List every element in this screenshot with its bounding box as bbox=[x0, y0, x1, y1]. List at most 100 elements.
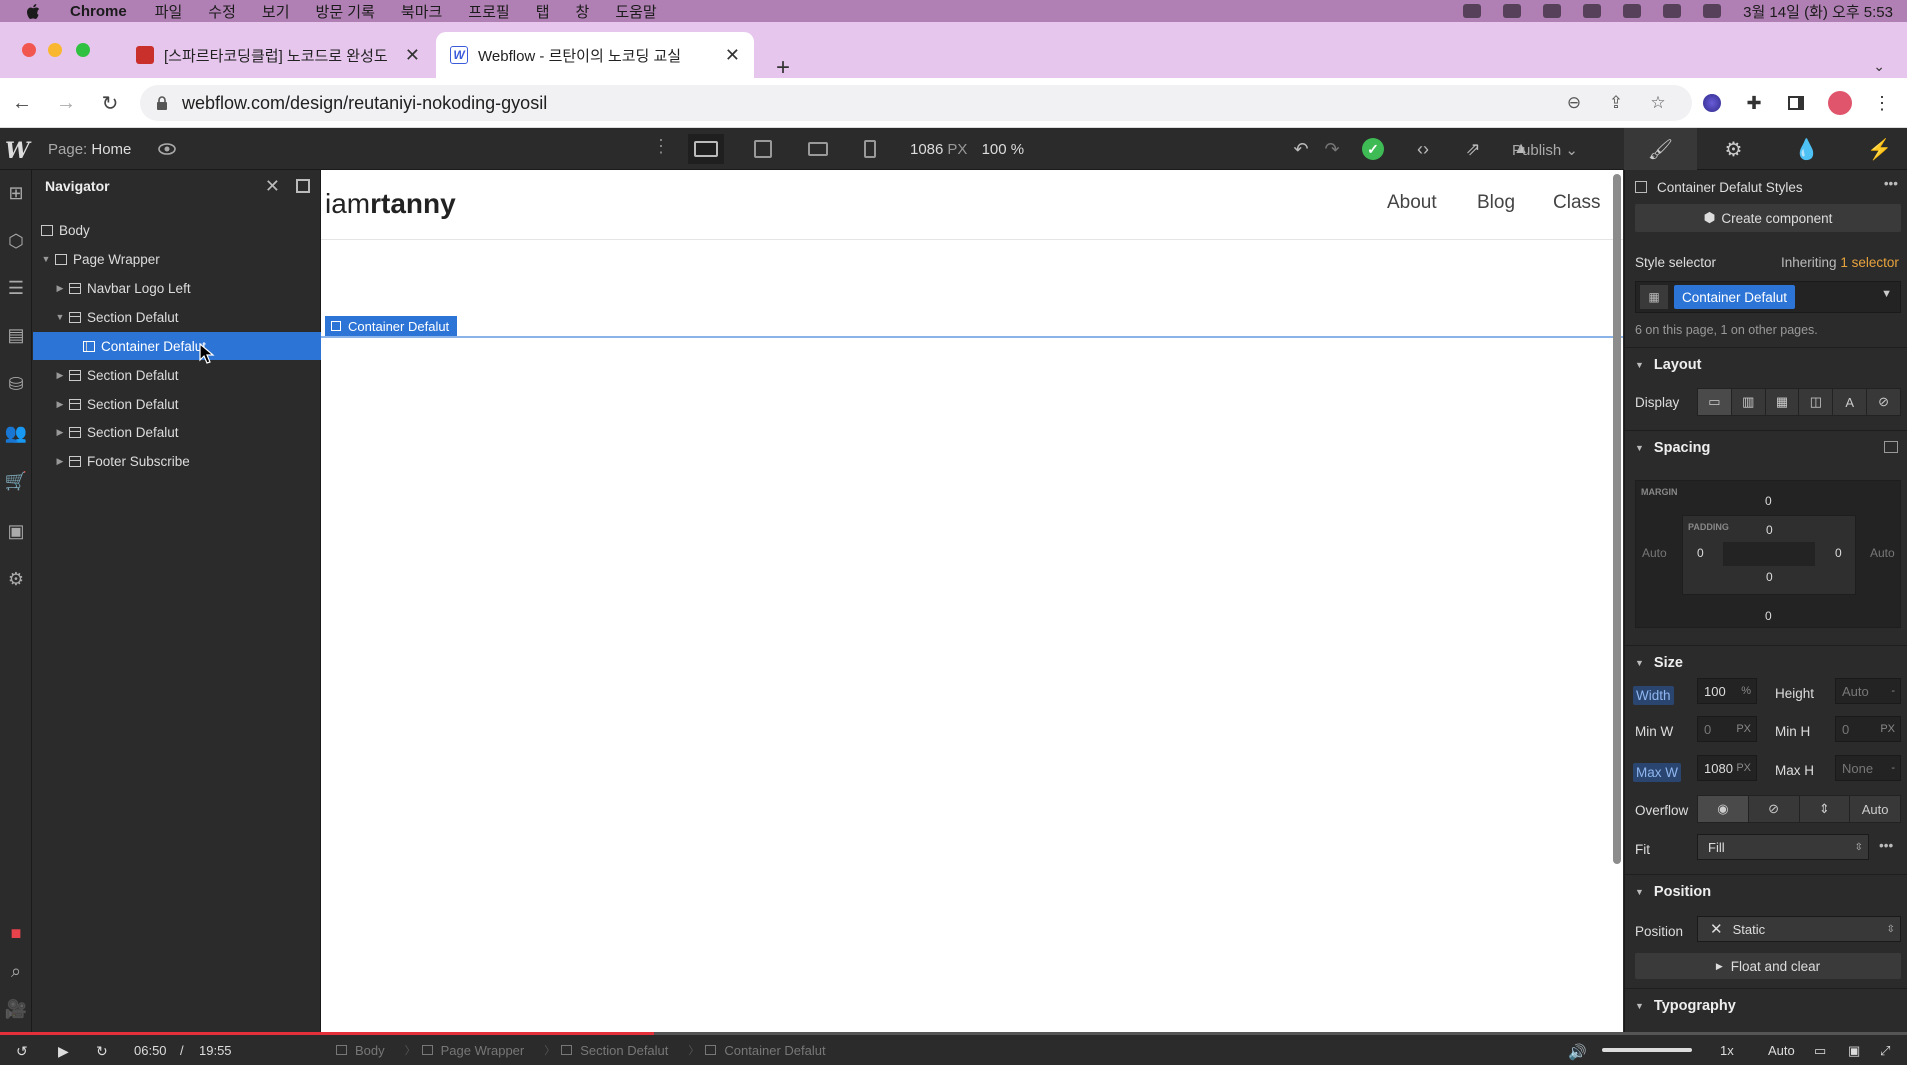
symbols-cube-icon[interactable]: ⬡ bbox=[5, 230, 27, 252]
margin-right-value[interactable]: Auto bbox=[1870, 546, 1895, 560]
caret-right-icon[interactable]: ▶ bbox=[55, 427, 65, 438]
menu-bookmarks[interactable]: 북마크 bbox=[401, 1, 442, 22]
selector-state-icon[interactable]: ▦ bbox=[1640, 285, 1668, 309]
browser-tab-sparta[interactable]: [스파르타코딩클럽] 노코드로 완성도 ✕ bbox=[122, 32, 434, 78]
caret-right-icon[interactable]: ▶ bbox=[55, 283, 65, 294]
max-width-input[interactable]: 1080 PX bbox=[1697, 755, 1757, 781]
add-elements-icon[interactable]: ⊞ bbox=[5, 182, 27, 204]
padding-left-value[interactable]: 0 bbox=[1697, 546, 1704, 560]
margin-bottom-value[interactable]: 0 bbox=[1765, 609, 1772, 623]
width-label[interactable]: Width bbox=[1633, 686, 1674, 705]
rewind-10-icon[interactable]: ↺ bbox=[16, 1043, 28, 1060]
overflow-hidden-icon[interactable]: ⊘ bbox=[1749, 796, 1800, 822]
zoom-out-icon[interactable]: ⊖ bbox=[1564, 93, 1584, 113]
fit-select[interactable]: Fill ⇳ bbox=[1697, 834, 1869, 860]
max-height-label[interactable]: Max H bbox=[1775, 763, 1814, 778]
interactions-bolt-icon[interactable]: ⚡ bbox=[1843, 128, 1907, 170]
menubar-app-name[interactable]: Chrome bbox=[70, 3, 127, 20]
ecommerce-cart-icon[interactable]: 🛒 bbox=[5, 470, 27, 492]
url-text[interactable]: webflow.com/design/reutaniyi-nokoding-gy… bbox=[182, 93, 547, 114]
menu-profiles[interactable]: 프로필 bbox=[468, 1, 509, 22]
overflow-auto-option[interactable]: Auto bbox=[1850, 796, 1900, 822]
padding-bottom-value[interactable]: 0 bbox=[1766, 570, 1773, 584]
display-block-icon[interactable]: ▭ bbox=[1698, 389, 1732, 415]
menu-file[interactable]: 파일 bbox=[155, 1, 183, 22]
margin-top-value[interactable]: 0 bbox=[1765, 494, 1772, 508]
tree-item-section[interactable]: ▶ Section Defalut bbox=[33, 418, 321, 446]
menu-window[interactable]: 창 bbox=[576, 1, 590, 22]
tree-item-navbar[interactable]: ▶ Navbar Logo Left bbox=[33, 274, 321, 302]
tree-item-body[interactable]: Body bbox=[33, 216, 321, 244]
more-options-icon[interactable]: ••• bbox=[1879, 838, 1893, 853]
share-link-icon[interactable]: ⇗ bbox=[1462, 138, 1484, 160]
typography-section-header[interactable]: ▼ Typography bbox=[1625, 988, 1907, 1022]
mobile-landscape-breakpoint-icon[interactable] bbox=[800, 134, 836, 164]
spacing-preset-icon[interactable] bbox=[1884, 441, 1898, 453]
design-canvas[interactable]: iamrtanny About Blog Class Container Def… bbox=[321, 170, 1623, 1033]
volume-slider[interactable] bbox=[1602, 1048, 1692, 1052]
redo-icon[interactable]: ↷ bbox=[1321, 138, 1343, 160]
pages-icon[interactable]: ▤ bbox=[5, 324, 27, 346]
tree-item-section[interactable]: ▶ Section Defalut bbox=[33, 361, 321, 389]
control-center-icon[interactable] bbox=[1663, 4, 1682, 18]
caret-right-icon[interactable]: ▶ bbox=[55, 399, 65, 410]
profile-avatar[interactable] bbox=[1828, 91, 1852, 115]
publish-button[interactable]: Publish ⌄ bbox=[1512, 141, 1578, 159]
padding-right-value[interactable]: 0 bbox=[1835, 546, 1842, 560]
float-and-clear-button[interactable]: ▶ Float and clear bbox=[1635, 953, 1901, 979]
fullscreen-icon[interactable]: ⤢ bbox=[1880, 1043, 1890, 1059]
site-nav-link-class[interactable]: Class bbox=[1553, 192, 1601, 214]
site-brand-logo[interactable]: iamrtanny bbox=[325, 188, 456, 220]
status-app-icon[interactable] bbox=[1463, 4, 1482, 18]
window-close-button[interactable] bbox=[22, 43, 36, 57]
tree-item-container-selected[interactable]: Container Defalut bbox=[33, 332, 321, 360]
site-settings-icon[interactable]: ⚙ bbox=[5, 568, 27, 590]
forward-10-icon[interactable]: ↻ bbox=[96, 1043, 108, 1060]
max-width-unit[interactable]: PX bbox=[1736, 762, 1751, 774]
close-icon[interactable]: ✕ bbox=[265, 176, 280, 197]
pin-panel-icon[interactable] bbox=[296, 179, 310, 193]
menubar-clock[interactable]: 3월 14일 (화) 오후 5:53 bbox=[1743, 1, 1893, 22]
display-inline-icon[interactable]: A bbox=[1833, 389, 1868, 415]
site-nav-link-blog[interactable]: Blog bbox=[1477, 192, 1515, 214]
min-height-input[interactable]: 0 PX bbox=[1835, 716, 1901, 742]
extensions-puzzle-icon[interactable]: ✚ bbox=[1742, 91, 1766, 115]
display-inline-block-icon[interactable]: ◫ bbox=[1799, 389, 1834, 415]
max-height-unit[interactable]: - bbox=[1891, 762, 1895, 774]
position-section-header[interactable]: ▼ Position bbox=[1625, 874, 1907, 908]
users-icon[interactable]: 👥 bbox=[5, 422, 27, 444]
settings-gear-icon[interactable]: ⚙ bbox=[1697, 128, 1770, 170]
forward-icon[interactable]: → bbox=[52, 89, 80, 117]
min-width-label[interactable]: Min W bbox=[1635, 724, 1673, 739]
page-selector[interactable]: Page: Home bbox=[48, 141, 131, 158]
display-grid-icon[interactable]: ▦ bbox=[1766, 389, 1800, 415]
siri-icon[interactable] bbox=[1703, 4, 1722, 18]
min-width-input[interactable]: 0 PX bbox=[1697, 716, 1757, 742]
code-export-icon[interactable]: ‹› bbox=[1412, 138, 1434, 160]
webflow-logo-icon[interactable]: W bbox=[5, 138, 31, 164]
menu-history[interactable]: 방문 기록 bbox=[316, 1, 375, 22]
captions-icon[interactable]: ▭ bbox=[1814, 1043, 1826, 1059]
site-navbar[interactable]: iamrtanny About Blog Class bbox=[321, 170, 1623, 240]
tablet-breakpoint-icon[interactable] bbox=[745, 134, 781, 164]
width-unit[interactable]: % bbox=[1741, 685, 1751, 697]
style-panel-brush-icon[interactable]: 🖌 bbox=[1624, 128, 1697, 170]
undo-icon[interactable]: ↶ bbox=[1290, 138, 1312, 160]
back-icon[interactable]: ← bbox=[8, 89, 36, 117]
min-height-unit[interactable]: PX bbox=[1880, 723, 1895, 735]
apple-icon[interactable] bbox=[20, 3, 46, 19]
margin-left-value[interactable]: Auto bbox=[1642, 546, 1667, 560]
chrome-menu-icon[interactable]: ⋮ bbox=[1870, 91, 1894, 115]
height-label[interactable]: Height bbox=[1775, 686, 1814, 701]
height-unit[interactable]: - bbox=[1891, 685, 1895, 697]
browser-tab-webflow[interactable]: W Webflow - 르탄이의 노코딩 교실 ✕ bbox=[436, 32, 754, 78]
theater-mode-icon[interactable]: ▣ bbox=[1848, 1043, 1860, 1059]
volume-icon[interactable]: 🔊 bbox=[1568, 1043, 1587, 1061]
desktop-breakpoint-icon[interactable] bbox=[688, 134, 724, 164]
padding-top-value[interactable]: 0 bbox=[1766, 523, 1773, 537]
breadcrumb-body[interactable]: Body bbox=[330, 1043, 399, 1058]
menu-tab[interactable]: 탭 bbox=[536, 1, 550, 22]
caret-right-icon[interactable]: ▶ bbox=[55, 456, 65, 467]
more-options-icon[interactable]: ••• bbox=[1884, 176, 1898, 191]
site-nav-link-about[interactable]: About bbox=[1387, 192, 1437, 214]
